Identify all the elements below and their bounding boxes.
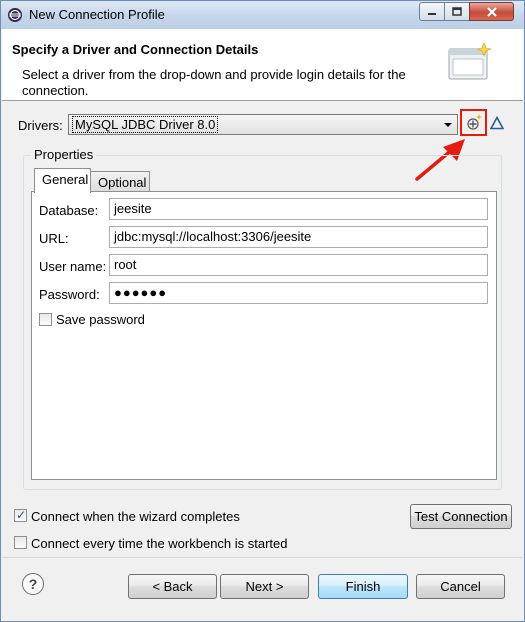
url-label: URL: bbox=[39, 231, 69, 246]
password-label: Password: bbox=[39, 287, 100, 302]
dialog-window: New Connection Profile Specify a Driver … bbox=[0, 0, 525, 622]
banner-description: Select a driver from the drop-down and p… bbox=[22, 67, 406, 98]
connect-on-finish-label: Connect when the wizard completes bbox=[31, 509, 240, 524]
minimize-icon bbox=[428, 12, 436, 15]
title-bar[interactable]: New Connection Profile bbox=[1, 1, 524, 29]
checkmark-icon: ✓ bbox=[16, 508, 27, 522]
test-connection-button[interactable]: Test Connection bbox=[410, 504, 512, 529]
new-driver-button[interactable] bbox=[460, 109, 487, 136]
new-driver-icon bbox=[467, 114, 482, 130]
chevron-down-icon bbox=[444, 123, 452, 127]
database-label: Database: bbox=[39, 203, 99, 218]
edit-driver-icon[interactable] bbox=[490, 116, 504, 130]
app-icon bbox=[8, 8, 22, 22]
save-password-checkbox[interactable] bbox=[39, 313, 52, 326]
close-icon bbox=[486, 6, 497, 17]
back-button[interactable]: < Back bbox=[128, 574, 217, 599]
cancel-button[interactable]: Cancel bbox=[416, 574, 505, 599]
driver-dropdown[interactable]: MySQL JDBC Driver 8.0 bbox=[68, 114, 458, 135]
minimize-button[interactable] bbox=[419, 2, 445, 21]
username-field[interactable]: root bbox=[109, 254, 488, 276]
maximize-icon bbox=[452, 6, 462, 16]
database-field[interactable]: jeesite bbox=[109, 198, 488, 220]
next-button[interactable]: Next > bbox=[220, 574, 309, 599]
finish-button[interactable]: Finish bbox=[318, 574, 408, 599]
banner-title: Specify a Driver and Connection Details bbox=[12, 42, 259, 57]
footer-separator bbox=[2, 557, 523, 558]
url-field[interactable]: jdbc:mysql://localhost:3306/jeesite bbox=[109, 226, 488, 248]
tab-optional-label: Optional bbox=[98, 175, 147, 190]
tab-general-label: General bbox=[42, 172, 89, 187]
close-button[interactable] bbox=[469, 2, 514, 21]
help-button[interactable]: ? bbox=[22, 573, 44, 595]
header-banner: Specify a Driver and Connection Details … bbox=[2, 29, 523, 101]
connect-on-finish-checkbox[interactable]: ✓ bbox=[14, 508, 27, 522]
window-title: New Connection Profile bbox=[29, 7, 165, 22]
password-field[interactable]: ●●●●●● bbox=[109, 282, 488, 304]
drivers-label: Drivers: bbox=[18, 118, 63, 133]
connect-every-start-checkbox[interactable] bbox=[14, 536, 27, 549]
driver-selected-value: MySQL JDBC Driver 8.0 bbox=[71, 116, 219, 133]
connect-every-start-label: Connect every time the workbench is star… bbox=[31, 536, 288, 551]
tab-optional[interactable]: Optional bbox=[90, 171, 150, 193]
connection-wizard-icon bbox=[448, 42, 492, 80]
save-password-label: Save password bbox=[56, 312, 145, 327]
username-label: User name: bbox=[39, 259, 107, 274]
properties-group-title: Properties bbox=[31, 147, 97, 162]
maximize-button[interactable] bbox=[444, 2, 470, 21]
tab-general[interactable]: General bbox=[34, 168, 91, 193]
